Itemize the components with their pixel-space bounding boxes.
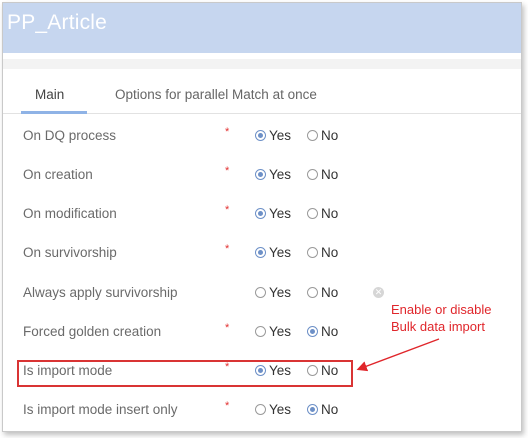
dialog-window: PP_Article Main Options for parallel Mat… (2, 2, 522, 432)
annotation-arrow-icon (356, 338, 440, 372)
